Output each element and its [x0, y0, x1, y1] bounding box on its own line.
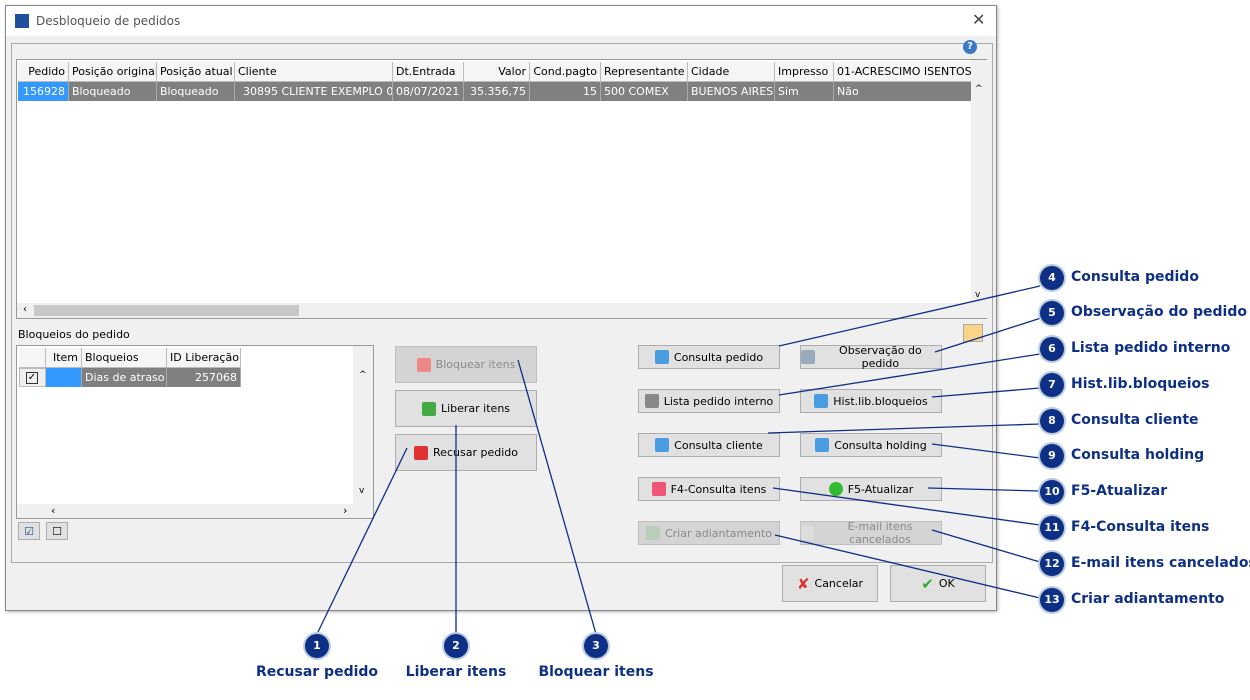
callout-line	[774, 534, 1041, 599]
callout-label: Recusar pedido	[255, 664, 379, 680]
callout-label: Bloquear itens	[538, 664, 654, 680]
callout-number: 12	[1040, 552, 1064, 576]
callout-label: Criar adiantamento	[1071, 591, 1225, 607]
callout-label: Consulta pedido	[1071, 269, 1199, 285]
callout-line	[931, 387, 1041, 398]
callout-number: 6	[1040, 337, 1064, 361]
callout-number: 8	[1040, 409, 1064, 433]
callout-line	[931, 443, 1041, 459]
callout-line	[931, 529, 1041, 563]
callout-label: F4-Consulta itens	[1071, 519, 1210, 535]
callout-label: Observação do pedido	[1071, 304, 1247, 320]
callout-number: 2	[444, 634, 468, 658]
callout-label: Consulta cliente	[1071, 412, 1199, 428]
callout-line	[767, 423, 1041, 434]
callout-number: 7	[1040, 373, 1064, 397]
callout-line	[927, 487, 1041, 492]
callout-line	[778, 285, 1041, 347]
callout-label: Consulta holding	[1071, 447, 1205, 463]
callout-line	[517, 359, 597, 635]
callout-number: 3	[584, 634, 608, 658]
callout-label: Hist.lib.bloqueios	[1071, 376, 1210, 392]
callout-number: 1	[305, 634, 329, 658]
callout-number: 5	[1040, 301, 1064, 325]
callout-line	[772, 487, 1041, 526]
callout-line	[778, 353, 1041, 396]
callout-label: Lista pedido interno	[1071, 340, 1231, 356]
callout-number: 10	[1040, 480, 1064, 504]
callout-label: E-mail itens cancelados	[1071, 555, 1250, 571]
callout-number: 4	[1040, 266, 1064, 290]
callout-line	[316, 447, 408, 635]
callout-label: F5-Atualizar	[1071, 483, 1168, 499]
callout-number: 13	[1040, 588, 1064, 612]
callout-number: 11	[1040, 516, 1064, 540]
callout-label: Liberar itens	[405, 664, 507, 680]
callout-number: 9	[1040, 444, 1064, 468]
callout-line	[934, 317, 1042, 353]
